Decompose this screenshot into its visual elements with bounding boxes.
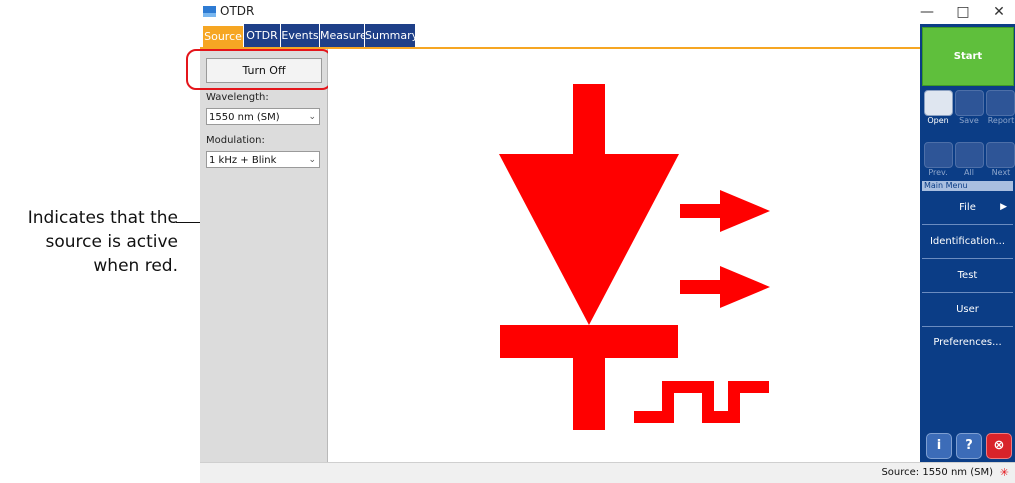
right-control-panel: Start Open Save Report Prev. All Next Ma… [920, 24, 1015, 462]
main-menu-header: Main Menu [922, 181, 1013, 191]
source-canvas [328, 49, 920, 462]
next-label: Next [991, 168, 1011, 177]
wavelength-label: Wavelength: [206, 92, 269, 103]
report-label: Report [987, 116, 1015, 125]
chevron-down-icon: ⌄ [308, 112, 316, 122]
title-bar: OTDR — □ ✕ [200, 0, 1015, 24]
trace-all-icon[interactable] [955, 142, 984, 168]
exit-icon[interactable]: ⊗ [986, 433, 1012, 459]
tab-measure[interactable]: Measure [320, 24, 367, 48]
callout-line-1: Indicates that the [27, 208, 178, 228]
source-settings-panel: Turn Off Wavelength: 1550 nm (SM) ⌄ Modu… [186, 49, 332, 462]
modulation-value: 1 kHz + Blink [209, 155, 277, 166]
restore-button[interactable]: □ [948, 2, 978, 22]
trace-next-icon[interactable] [986, 142, 1015, 168]
modulation-select[interactable]: 1 kHz + Blink ⌄ [206, 151, 320, 168]
diode-bottom-lead [573, 358, 605, 430]
wavelength-select[interactable]: 1550 nm (SM) ⌄ [206, 108, 320, 125]
help-icon[interactable]: ? [956, 433, 982, 459]
diode-top-lead [573, 84, 605, 154]
laser-source-icon: ✳ [999, 466, 1009, 479]
turn-off-highlight [186, 49, 332, 90]
submenu-arrow-icon: ▶ [1000, 202, 1007, 212]
tab-summary[interactable]: Summary [365, 24, 418, 48]
tab-otdr[interactable]: OTDR [244, 24, 280, 48]
chevron-down-icon: ⌄ [308, 155, 316, 165]
emission-arrow-1-head [720, 190, 770, 232]
minimize-button[interactable]: — [912, 2, 942, 22]
otdr-app-icon [203, 6, 216, 17]
laser-diode-symbol-icon [499, 84, 770, 430]
report-icon[interactable] [986, 90, 1015, 116]
start-button[interactable]: Start [922, 27, 1014, 86]
open-label: Open [927, 116, 949, 125]
menu-item-user-preferences[interactable]: User Preferences... [922, 293, 1013, 348]
prev-label: Prev. [928, 168, 948, 177]
status-bar: Source: 1550 nm (SM) ✳ [200, 462, 1015, 483]
folder-open-icon[interactable] [924, 90, 953, 116]
otdr-window: OTDR — □ ✕ Source OTDR Events Measure Su… [186, 0, 1015, 483]
tab-events[interactable]: Events [281, 24, 319, 48]
callout-text: Indicates that the source is active when… [0, 206, 178, 278]
callout-line-2: source is active [45, 232, 178, 252]
save-icon[interactable] [955, 90, 984, 116]
status-source-text: Source: 1550 nm (SM) [881, 467, 993, 478]
window-title: OTDR [220, 4, 255, 18]
modulation-label: Modulation: [206, 135, 265, 146]
callout-line-3: when red. [93, 256, 178, 276]
menu-item-file[interactable]: File ▶ [922, 191, 1013, 225]
wavelength-value: 1550 nm (SM) [209, 112, 280, 123]
menu-item-test-configuration[interactable]: Test Configuration... [922, 259, 1013, 314]
trace-prev-icon[interactable] [924, 142, 953, 168]
all-label: All [964, 168, 974, 177]
diode-triangle [499, 154, 679, 325]
info-icon[interactable]: i [926, 433, 952, 459]
tab-bar: Source OTDR Events Measure Summary [200, 24, 920, 48]
menu-item-file-label: File [959, 202, 976, 213]
emission-arrow-2-head [720, 266, 770, 308]
diode-bar [500, 325, 678, 358]
save-label: Save [959, 116, 979, 125]
tab-source[interactable]: Source [203, 26, 243, 48]
menu-item-identification[interactable]: Identification... [922, 225, 1013, 259]
close-button[interactable]: ✕ [984, 2, 1014, 22]
modulation-wave-icon [634, 381, 769, 423]
